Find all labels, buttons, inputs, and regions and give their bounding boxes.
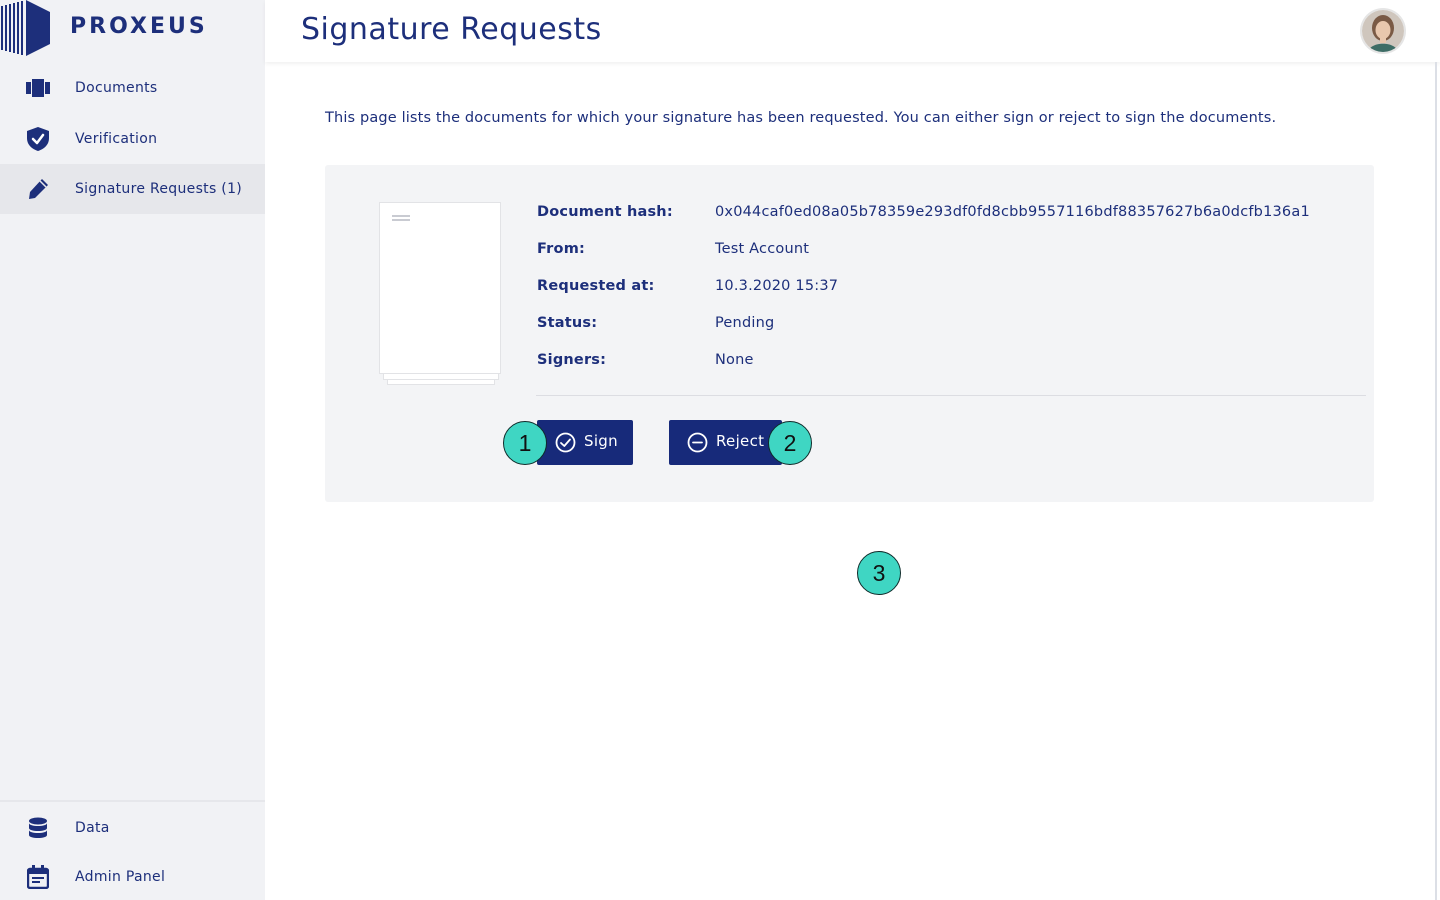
field-label: Document hash: [537, 204, 673, 220]
doc-text-line [392, 215, 410, 217]
brand-name: PROXEUS [70, 14, 208, 39]
user-avatar-icon [1362, 10, 1404, 52]
sign-label: Sign [584, 432, 618, 450]
field-value: None [715, 352, 754, 368]
divider [536, 395, 1366, 396]
field-value: Test Account [715, 241, 810, 257]
doc-text-line [392, 219, 410, 221]
field-label: Signers: [537, 352, 607, 368]
check-circle-icon [555, 432, 576, 453]
logo[interactable]: PROXEUS [0, 0, 265, 56]
calendar-icon [26, 865, 50, 889]
field-value: 10.3.2020 15:37 [715, 278, 839, 294]
sign-button[interactable]: Sign [537, 420, 633, 465]
annotation-marker-1: 1 [503, 421, 547, 465]
documents-icon [26, 76, 50, 100]
field-label: From: [537, 241, 585, 257]
annotation-marker-3: 3 [857, 551, 901, 595]
reject-button[interactable]: Reject [669, 420, 782, 465]
database-icon [26, 816, 50, 840]
sidebar-item-signature-requests[interactable]: Signature Requests (1) [0, 164, 265, 214]
field-value: 0x044caf0ed08a05b78359e293df0fd8cbb95571… [715, 204, 1310, 220]
pen-icon [26, 177, 50, 201]
sidebar-item-label: Signature Requests (1) [75, 181, 243, 197]
page-title: Signature Requests [301, 12, 602, 47]
proxeus-logo-icon [1, 0, 50, 56]
avatar[interactable] [1362, 10, 1404, 52]
shield-check-icon [26, 127, 50, 151]
document-thumbnail[interactable] [379, 202, 503, 386]
sidebar-item-label: Documents [75, 80, 158, 96]
sidebar-item-data[interactable]: Data [0, 803, 265, 853]
header: Signature Requests [265, 0, 1440, 62]
scrollbar[interactable] [1435, 62, 1437, 900]
sidebar-item-documents[interactable]: Documents [0, 63, 265, 113]
field-label: Status: [537, 315, 598, 331]
field-label: Requested at: [537, 278, 655, 294]
field-value: Pending [715, 315, 775, 331]
intro-text: This page lists the documents for which … [325, 110, 1277, 126]
sidebar-bottom: Data Admin Panel [0, 800, 265, 900]
doc-page [379, 202, 501, 374]
sidebar-item-admin-panel[interactable]: Admin Panel [0, 852, 265, 900]
sidebar-item-label: Verification [75, 131, 158, 147]
annotation-marker-2: 2 [768, 421, 812, 465]
sidebar: PROXEUS Documents Verification Signature… [0, 0, 265, 900]
reject-label: Reject [716, 432, 765, 450]
minus-circle-icon [687, 432, 708, 453]
sidebar-item-label: Data [75, 820, 110, 836]
sidebar-item-label: Admin Panel [75, 869, 166, 885]
sidebar-item-verification[interactable]: Verification [0, 114, 265, 164]
